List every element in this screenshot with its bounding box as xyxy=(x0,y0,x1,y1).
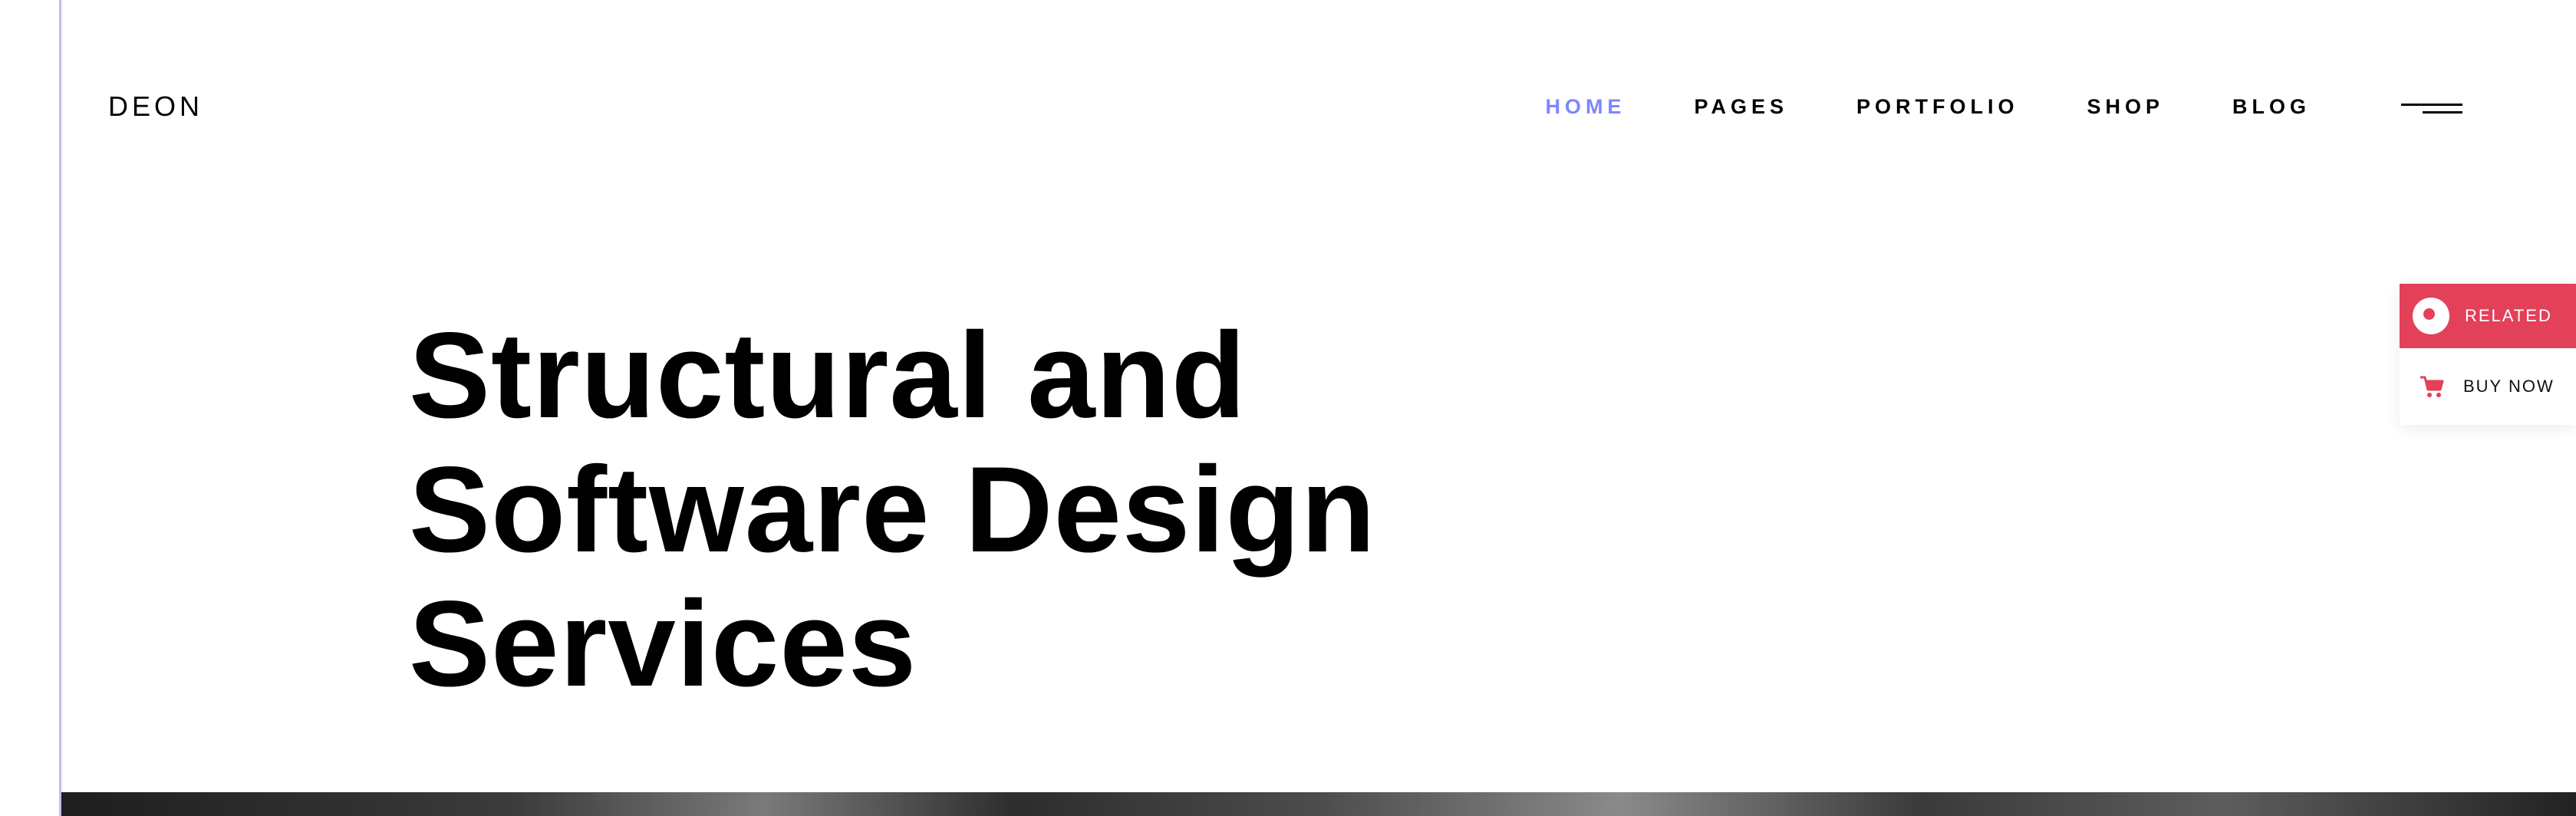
hero-title-line-2: Software Design xyxy=(409,440,1376,577)
nav-blog[interactable]: BLOG xyxy=(2232,95,2311,119)
menu-line-top xyxy=(2401,104,2462,106)
side-widget: RELATED BUY NOW xyxy=(2400,284,2576,425)
nav-pages[interactable]: PAGES xyxy=(1694,95,1788,119)
cart-icon xyxy=(2420,376,2444,397)
buy-now-label: BUY NOW xyxy=(2463,377,2555,396)
nav-home[interactable]: HOME xyxy=(1545,95,1626,119)
related-label: RELATED xyxy=(2465,306,2552,325)
page: DEON HOME PAGES PORTFOLIO SHOP BLOG Stru… xyxy=(0,0,2576,816)
hamburger-menu-icon[interactable] xyxy=(2401,100,2462,118)
menu-line-bottom xyxy=(2423,111,2462,114)
left-accent-line xyxy=(59,0,61,816)
related-button[interactable]: RELATED xyxy=(2400,284,2576,348)
hero-title: Structural and Software Design Services xyxy=(409,308,1560,711)
hero-title-line-3: Services xyxy=(409,574,917,712)
hero-title-line-1: Structural and xyxy=(409,306,1247,443)
related-icon xyxy=(2413,298,2449,334)
site-logo[interactable]: DEON xyxy=(108,90,203,123)
hero-image-strip xyxy=(59,792,2576,816)
nav-portfolio[interactable]: PORTFOLIO xyxy=(1856,95,2019,119)
main-navigation: HOME PAGES PORTFOLIO SHOP BLOG xyxy=(1545,95,2311,119)
buy-now-button[interactable]: BUY NOW xyxy=(2400,348,2576,425)
nav-shop[interactable]: SHOP xyxy=(2087,95,2164,119)
